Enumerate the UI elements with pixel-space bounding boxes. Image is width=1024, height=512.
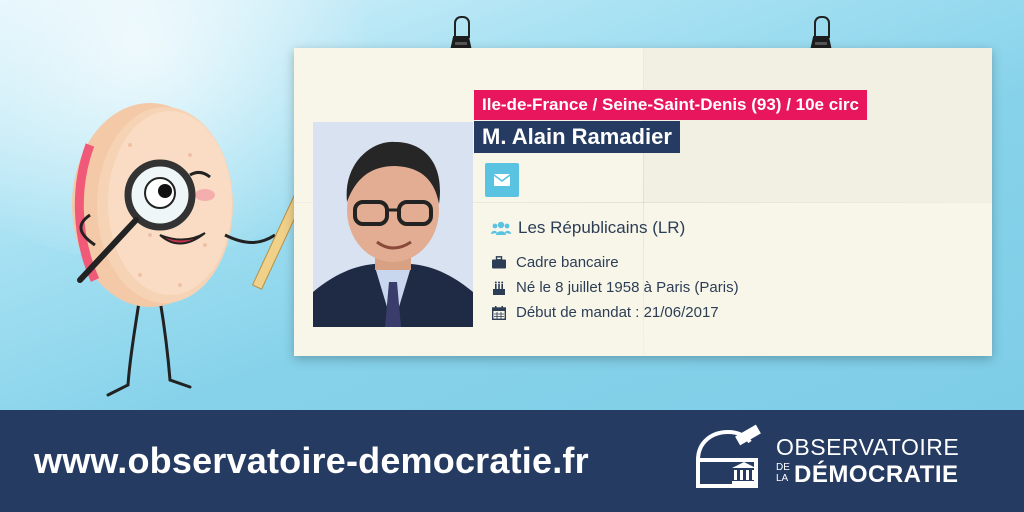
birth-row: Né le 8 juillet 1958 à Paris (Paris)	[490, 279, 739, 296]
party-label: Les Républicains (LR)	[518, 218, 686, 237]
deputy-portrait-photo	[313, 122, 473, 327]
website-url-link[interactable]: www.observatoire-democratie.fr	[34, 440, 589, 482]
logo-text-la: LA	[776, 473, 789, 484]
macaron-mascot-illustration	[72, 103, 335, 397]
observatory-logo-icon	[696, 424, 761, 488]
birth-label: Né le 8 juillet 1958 à Paris (Paris)	[516, 279, 739, 296]
profession-row: Cadre bancaire	[490, 254, 619, 271]
birthday-cake-icon	[490, 280, 508, 296]
logo-text-de: DE	[776, 462, 790, 473]
constituency-label: Ile-de-France / Seine-Saint-Denis (93) /…	[474, 90, 867, 120]
calendar-icon	[490, 305, 508, 321]
briefcase-icon	[490, 255, 508, 271]
deputy-name: M. Alain Ramadier	[474, 121, 680, 153]
mandate-row: Début de mandat : 21/06/2017	[490, 304, 719, 321]
users-icon	[490, 220, 512, 236]
logo-text-democratie: DÉMOCRATIE	[794, 461, 959, 488]
party-row: Les Républicains (LR)	[490, 218, 685, 238]
profession-label: Cadre bancaire	[516, 254, 619, 271]
mandate-label: Début de mandat : 21/06/2017	[516, 304, 719, 321]
contact-email-button[interactable]	[485, 163, 519, 197]
envelope-icon	[494, 174, 510, 186]
logo-text-observatoire: OBSERVATOIRE	[776, 434, 960, 460]
